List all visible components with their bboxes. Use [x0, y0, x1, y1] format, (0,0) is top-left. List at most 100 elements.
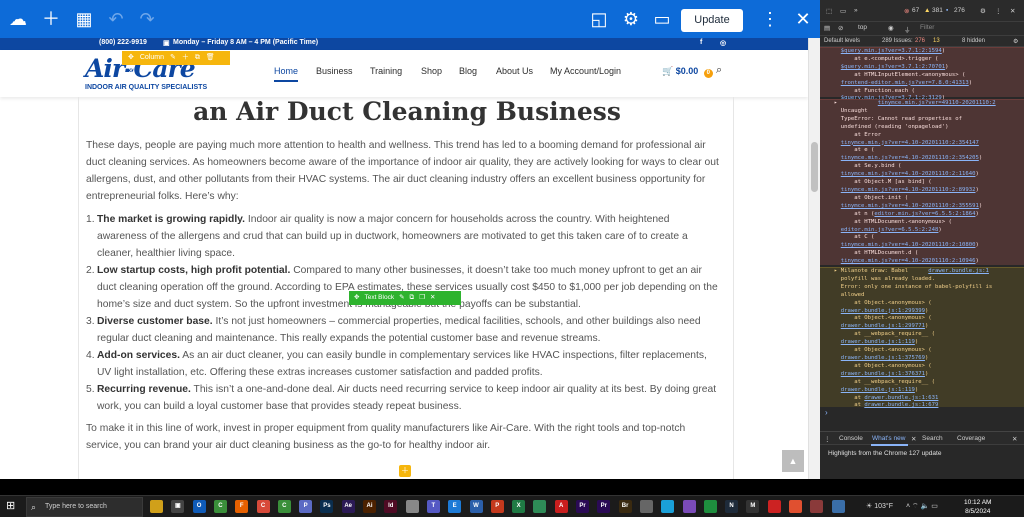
back-to-top-button[interactable]: ▲ [782, 450, 804, 472]
move-icon[interactable]: ✥ [128, 54, 134, 61]
clear-console-icon[interactable]: ⊘ [838, 24, 843, 32]
search-icon[interactable]: ⌕ [716, 64, 722, 77]
indesign-icon[interactable]: Id [384, 500, 398, 513]
device-toggle-icon[interactable]: ▭ [840, 7, 846, 15]
edit-icon[interactable]: ✎ [170, 54, 176, 61]
text-block-toolbar[interactable]: ✥ Text Block ✎ ⧉ ❐ ✕ [349, 291, 461, 305]
info-count[interactable]: 276 [954, 7, 965, 14]
gear-icon[interactable]: ⚙ [1013, 38, 1018, 45]
analytics-icon[interactable]: ◱ [587, 7, 611, 31]
eye-icon[interactable]: ◉ [888, 24, 894, 32]
chrome-icon[interactable]: C [256, 500, 270, 513]
add-icon[interactable]: ＋ [39, 7, 63, 31]
add-icon[interactable]: ＋ [182, 54, 189, 61]
more-icon[interactable]: ⋮ [995, 7, 1002, 15]
add-module-handle[interactable]: ＋ [399, 465, 411, 477]
volume-icon[interactable]: 🔈 [921, 503, 930, 510]
more-icon[interactable]: ⋮ [758, 7, 782, 31]
close-icon[interactable]: ✕ [911, 435, 916, 443]
duplicate-icon[interactable]: ⧉ [195, 54, 200, 61]
close-icon[interactable]: ✕ [128, 68, 134, 75]
intro-paragraph[interactable]: These days, people are paying much more … [86, 137, 721, 205]
info-count-icon[interactable]: ▪ [946, 7, 948, 14]
move-icon[interactable]: ✥ [354, 294, 359, 301]
photoshop-icon[interactable]: Ps [320, 500, 334, 513]
app-icon[interactable] [703, 500, 717, 513]
windows-start-icon[interactable]: ⊞ [6, 500, 19, 513]
notes-icon[interactable]: N [725, 500, 739, 513]
app-icon[interactable] [810, 500, 824, 513]
sidebar-toggle-icon[interactable]: ▤ [824, 24, 830, 32]
edit-icon[interactable]: ✎ [399, 294, 404, 301]
gear-icon[interactable]: ⚙ [619, 7, 643, 31]
word-icon[interactable]: W [469, 500, 483, 513]
list-item[interactable]: 2. Low startup costs, high profit potenti… [86, 262, 721, 313]
app-icon[interactable] [682, 500, 696, 513]
issues-error-count[interactable]: 276 [915, 38, 925, 44]
outlook-icon[interactable]: O [192, 500, 206, 513]
illustrator-icon[interactable]: Ai [363, 500, 376, 513]
duplicate-icon[interactable]: ⧉ [410, 294, 415, 301]
console-error-entry[interactable]: ▸ tinymce.min.js?ver=49110-20201110:2 Un… [820, 99, 1024, 265]
nav-blog[interactable]: Blog [459, 66, 477, 76]
clock[interactable]: 10:12 AM 8/5/2024 [964, 498, 991, 516]
cloud-icon[interactable]: ☁ [6, 7, 30, 31]
copy-icon[interactable]: ❐ [419, 294, 425, 301]
app-icon[interactable] [789, 500, 802, 513]
task-view-icon[interactable]: ▣ [171, 500, 185, 513]
chrome-icon[interactable]: C [277, 500, 291, 513]
close-icon[interactable]: ✕ [430, 294, 435, 301]
drawer-menu-icon[interactable]: ⋮ [824, 435, 831, 443]
outro-paragraph[interactable]: To make it in this line of work, invest … [86, 420, 721, 454]
explorer-icon[interactable] [405, 500, 419, 513]
issues-warning-count[interactable]: 13 [933, 38, 940, 44]
tab-search[interactable]: Search [922, 435, 943, 442]
tab-whats-new[interactable]: What's new [872, 435, 905, 442]
more-tabs-icon[interactable]: » [854, 7, 858, 14]
console-error-entry[interactable]: $query.min.js?ver=3.7.1:2:1594) at e.<co… [820, 47, 1024, 101]
app-icon[interactable] [661, 500, 675, 513]
warning-count-icon[interactable]: ▲ [924, 7, 930, 14]
scrollbar-thumb[interactable] [811, 142, 818, 192]
folder-icon[interactable] [150, 500, 163, 513]
responsive-view-icon[interactable]: ▭ [650, 7, 674, 31]
app-icon[interactable] [831, 500, 845, 513]
list-item[interactable]: 4. Add-on services. As an air duct cleane… [86, 347, 721, 381]
list-item[interactable]: 5. Recurring revenue. This isn’t a one-an… [86, 381, 721, 415]
close-icon[interactable]: ✕ [791, 7, 815, 31]
premiere-icon[interactable]: Pr [576, 500, 589, 513]
layout-icon[interactable]: ▦ [72, 7, 96, 31]
error-count-icon[interactable]: ⊗ [904, 7, 909, 15]
console-warning-entry[interactable]: ▸ Milanote draw: Babel drawer.bundle.js:… [820, 267, 1024, 408]
tab-console[interactable]: Console [839, 435, 863, 442]
battery-icon[interactable]: ▭ [931, 503, 938, 510]
warning-count[interactable]: 381 [932, 7, 943, 14]
bridge-icon[interactable]: Br [618, 500, 632, 513]
firefox-icon[interactable]: F [235, 500, 249, 513]
delete-icon[interactable]: 🗑 [206, 54, 215, 61]
after-effects-icon[interactable]: Ae [341, 500, 355, 513]
nav-home[interactable]: Home [274, 66, 299, 82]
redo-icon[interactable]: ↷ [135, 7, 159, 31]
undo-icon[interactable]: ↶ [104, 7, 128, 31]
context-select[interactable]: top [858, 24, 867, 31]
app-icon[interactable] [767, 500, 781, 513]
system-tray[interactable]: ˄ ⌔ 🔈 ▭ [906, 502, 938, 511]
facebook-icon[interactable]: f [700, 39, 702, 46]
console-prompt[interactable]: › [820, 408, 1024, 431]
nav-shop[interactable]: Shop [421, 66, 442, 76]
nav-my-account[interactable]: My Account/Login [550, 66, 621, 76]
page-scrollbar[interactable] [808, 38, 820, 479]
nav-business[interactable]: Business [316, 66, 353, 76]
instagram-icon[interactable]: ◎ [720, 39, 726, 47]
network-icon[interactable]: ⌔ [912, 503, 919, 510]
inspect-icon[interactable]: ⬚ [826, 7, 832, 15]
column-toolbar[interactable]: ✥ Column ✎ ＋ ⧉ 🗑 ✕ [122, 51, 230, 75]
chrome-icon[interactable]: C [213, 500, 227, 513]
error-count[interactable]: 67 [912, 7, 919, 14]
update-button[interactable]: Update [681, 9, 743, 32]
excel-icon[interactable]: X [512, 500, 526, 513]
filter-input[interactable]: Filter [920, 24, 934, 31]
app-icon[interactable] [533, 500, 547, 513]
levels-dropdown[interactable]: Default levels [824, 38, 860, 44]
